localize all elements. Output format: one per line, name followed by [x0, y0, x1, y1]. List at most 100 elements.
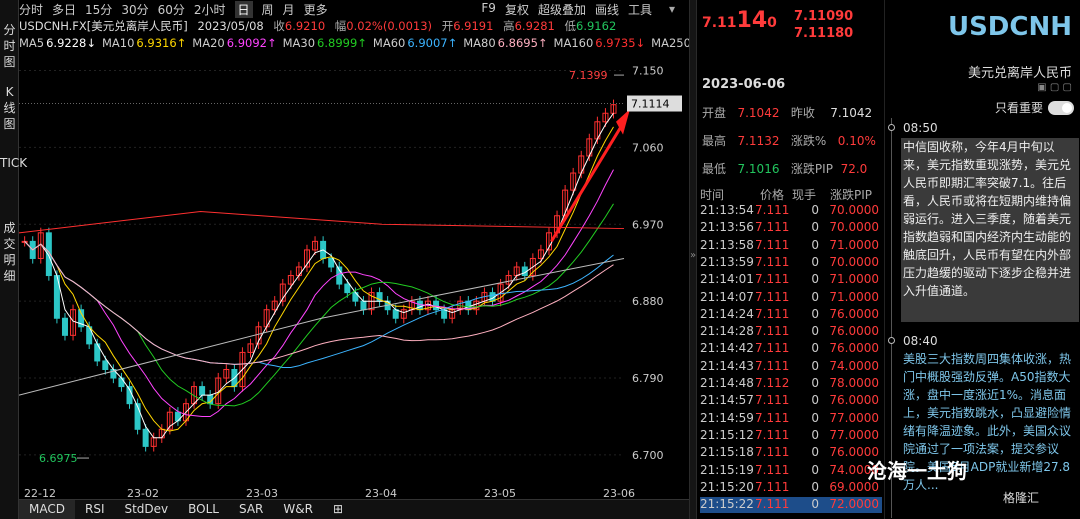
edit-icon[interactable]: ▣ ▢ ▢ [1037, 82, 1072, 93]
toolbar-draw[interactable]: 画线 [595, 1, 619, 18]
timeline-dot [888, 337, 895, 344]
ma-indicator: MA60 6.9007↑ [372, 36, 458, 50]
candle-body [61, 317, 68, 336]
ma-indicator: MA5 6.9228↓ [19, 36, 96, 50]
ma-indicator: MA160 6.9735↓ [553, 36, 646, 50]
tick-row[interactable]: 21:15:18 7.111 0 76.0000 [700, 445, 882, 461]
timeline-dot [888, 124, 895, 131]
indicator-tabs: MACD RSI StdDev BOLL SAR W&R ⊞ [19, 499, 689, 519]
candle-body [118, 377, 125, 388]
ma-indicator: MA250 [651, 36, 689, 50]
tick-row[interactable]: 21:14:07 7.111 0 71.0000 [700, 290, 882, 306]
period-8[interactable]: 周 [262, 1, 274, 18]
kline-chart[interactable]: 7.150 7.060 6.970 6.880 6.790 6.700 22-12 23-02… [18, 52, 689, 500]
ma-indicator: MA10 6.9316↑ [101, 36, 187, 50]
symbol-title: USDCNH [947, 12, 1072, 42]
tick-row[interactable]: 21:14:24 7.111 0 76.0000 [700, 307, 882, 323]
quote-row-high: 最高 7.1132 涨跌% 0.10% [702, 134, 876, 148]
candle-body [360, 300, 367, 311]
toolbar-overlay[interactable]: 超级叠加 [538, 1, 586, 18]
last-price: 7.11140 [702, 8, 777, 33]
tab-rsi[interactable]: RSI [75, 500, 115, 519]
x-tick-label: 23-06 [603, 487, 635, 497]
news-item[interactable]: 中信固收称，今年4月中旬以来，美元指数重现涨势，美元兑人民币即期汇率突破7.1。… [901, 138, 1079, 322]
tab-macd[interactable]: MACD [19, 500, 75, 519]
tick-row[interactable]: 21:13:58 7.111 0 71.0000 [700, 238, 882, 254]
tick-row[interactable]: 21:13:54 7.111 0 70.0000 [700, 203, 882, 219]
tick-row[interactable]: 21:14:57 7.111 0 76.0000 [700, 393, 882, 409]
low-label: 低 [564, 19, 577, 33]
ma-line [18, 210, 625, 234]
candle-body [328, 257, 335, 268]
tick-row[interactable]: 21:14:01 7.111 0 71.0000 [700, 272, 882, 288]
tick-row[interactable]: 21:14:42 7.111 0 76.0000 [700, 341, 882, 357]
y-tick-label: 6.790 [632, 372, 664, 385]
panel-splitter[interactable]: » [689, 0, 697, 519]
candle-body [433, 300, 440, 311]
sidebar-item-kline[interactable]: K线图 [0, 84, 19, 132]
bid-ask: 7.11090 7.11180 [794, 9, 854, 41]
toolbar-tools[interactable]: 工具 [628, 1, 652, 18]
high-label: 高 [503, 19, 515, 33]
tick-row[interactable]: 21:15:19 7.111 0 74.0000 [700, 463, 882, 479]
sidebar-item-trades[interactable]: 成交明细 [0, 220, 19, 284]
ma-indicator: MA30 6.8999↑ [282, 36, 367, 50]
y-tick-label: 6.880 [632, 295, 664, 308]
tick-row[interactable]: 21:14:28 7.111 0 76.0000 [700, 324, 882, 340]
period-5[interactable]: 60分 [158, 1, 185, 18]
toolbar-adjust[interactable]: 复权 [505, 1, 529, 18]
candle-body [392, 309, 399, 319]
low-value: 6.9162 [576, 19, 617, 33]
tick-row[interactable]: 21:15:22 7.111 0 72.0000 [700, 497, 882, 514]
chevron-right-icon[interactable]: » [690, 250, 696, 261]
high-value: 6.9281 [514, 19, 555, 33]
toolbar-f9[interactable]: F9 [481, 1, 496, 18]
x-tick-label: 23-04 [365, 487, 397, 497]
tab-boll[interactable]: BOLL [178, 500, 229, 519]
period-1[interactable]: 分时 [19, 1, 43, 18]
kline-svg[interactable]: 7.150 7.060 6.970 6.880 6.790 6.700 22-12 23-02… [18, 52, 689, 500]
news-item[interactable]: 美股三大指数周四集体收涨，热门中概股强劲反弹。A50指数大涨，盘中一度涨近1%。… [901, 350, 1079, 518]
y-tick-label: 6.970 [632, 218, 664, 231]
last-price-tag-text: 7.1114 [631, 98, 670, 111]
left-sidebar: 分时图 K线图 TICK 成交明细 [0, 0, 27, 519]
period-6[interactable]: 2小时 [194, 1, 226, 18]
news-panel: USDCNH 美元兑离岸人民币 ▣ ▢ ▢ 只看重要 08:50 中信固收称，今… [884, 0, 1080, 519]
ma-indicator: MA20 6.9092↑ [192, 36, 277, 50]
tab-sar[interactable]: SAR [229, 500, 273, 519]
close-value: 6.9210 [284, 19, 326, 33]
grid-icon[interactable]: ⊞ [323, 500, 353, 519]
tick-row[interactable]: 21:14:59 7.111 0 77.0000 [700, 411, 882, 427]
chevron-down-icon[interactable]: ▾ [669, 2, 675, 16]
y-tick-label: 6.700 [632, 449, 664, 462]
high-marker: 7.1399 [569, 69, 608, 82]
period-3[interactable]: 15分 [85, 1, 112, 18]
period-2[interactable]: 多日 [52, 1, 76, 18]
candle-body [344, 283, 351, 294]
ma-line [24, 241, 614, 368]
bar-date: 2023/05/08 [197, 19, 264, 33]
period-more[interactable]: 更多 [304, 1, 328, 18]
tick-row[interactable]: 21:15:20 7.111 0 69.0000 [700, 480, 882, 496]
tick-row[interactable]: 21:14:48 7.112 0 78.0000 [700, 376, 882, 392]
watermark: 沧海一土狗 [867, 459, 967, 483]
x-tick-label: 23-03 [246, 487, 278, 497]
tab-wr[interactable]: W&R [273, 500, 323, 519]
tick-row[interactable]: 21:13:56 7.111 0 70.0000 [700, 220, 882, 236]
tab-stddev[interactable]: StdDev [114, 500, 178, 519]
watermark-brand: 格隆汇 [1003, 491, 1040, 505]
important-toggle[interactable] [1048, 100, 1074, 115]
period-9[interactable]: 月 [283, 1, 295, 18]
quote-date: 2023-06-06 [702, 77, 786, 92]
tick-row[interactable]: 21:13:59 7.111 0 70.0000 [700, 255, 882, 271]
y-tick-label: 7.150 [632, 65, 664, 78]
quote-row-low: 最低 7.1016 涨跌PIP 72.0 [702, 162, 868, 176]
sidebar-item-tick[interactable]: TICK [0, 155, 27, 219]
period-4[interactable]: 30分 [121, 1, 148, 18]
tick-row[interactable]: 21:15:12 7.111 0 77.0000 [700, 428, 882, 444]
period-day[interactable]: 日 [234, 0, 253, 18]
sidebar-item-timeshare[interactable]: 分时图 [0, 22, 19, 70]
tick-row[interactable]: 21:14:43 7.111 0 74.0000 [700, 359, 882, 375]
quote-row-open: 开盘 7.1042 昨收 7.1042 [702, 106, 873, 120]
ticks-header: 时间 价格 现手 涨跌PIP [700, 188, 873, 202]
